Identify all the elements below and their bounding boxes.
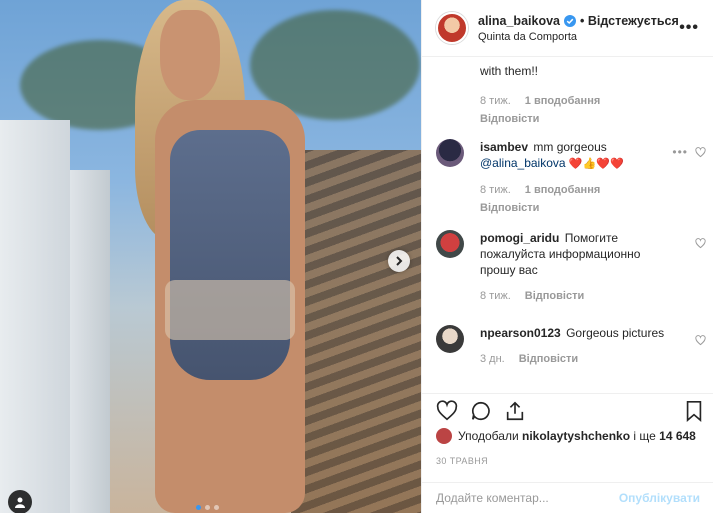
comment-username[interactable]: npearson0123 xyxy=(480,326,561,340)
comment-item: isambev mm gorgeous @alina_baikova ❤️👍❤️… xyxy=(436,139,706,216)
reply-button[interactable]: Відповісти xyxy=(480,200,660,216)
comment-text: mm gorgeous xyxy=(533,140,607,154)
like-comment-heart-icon[interactable] xyxy=(695,238,706,249)
next-image-button[interactable] xyxy=(388,250,410,272)
commenter-avatar[interactable] xyxy=(436,325,464,353)
comment-mention[interactable]: @alina_baikova xyxy=(480,156,566,170)
comment-likes[interactable]: 1 вподобання xyxy=(525,182,600,198)
reply-button[interactable]: Відповісти xyxy=(525,288,584,304)
post-actions-bar xyxy=(422,393,713,428)
commenter-avatar[interactable] xyxy=(436,230,464,258)
post-header: alina_baikova • Відстежується Quinta da … xyxy=(422,0,713,57)
following-status[interactable]: • Відстежується xyxy=(580,14,679,28)
liker-username[interactable]: nikolaytyshchenko xyxy=(522,429,630,443)
building-wall xyxy=(0,120,70,513)
comment-time[interactable]: 3 дн. xyxy=(480,351,505,367)
model-figure xyxy=(115,0,325,513)
commenter-avatar[interactable] xyxy=(436,139,464,167)
post-side-panel: alina_baikova • Відстежується Quinta da … xyxy=(421,0,713,513)
add-comment-bar: Додайте коментар... Опублікувати xyxy=(422,482,713,513)
likes-summary: Уподобали nikolaytyshchenko і ще 14 648 xyxy=(436,428,696,444)
share-icon[interactable] xyxy=(504,400,526,422)
reply-button[interactable]: Відповісти xyxy=(480,111,660,127)
comment-bubble-icon[interactable] xyxy=(470,400,492,422)
reply-button[interactable]: Відповісти xyxy=(519,351,578,367)
likes-middle: і ще xyxy=(633,429,656,443)
verified-badge-icon xyxy=(564,14,576,27)
post-location[interactable]: Quinta da Comporta xyxy=(478,31,679,43)
building-wall xyxy=(70,170,110,513)
chevron-right-icon xyxy=(396,256,403,266)
liker-avatar[interactable] xyxy=(436,428,452,444)
more-dots-icon[interactable]: ••• xyxy=(679,19,699,37)
like-heart-icon[interactable] xyxy=(436,400,458,422)
comment-options-icon[interactable]: ••• xyxy=(672,145,688,159)
likes-prefix: Уподобали xyxy=(458,429,519,443)
bookmark-icon[interactable] xyxy=(684,400,704,422)
post-comment-button[interactable]: Опублікувати xyxy=(619,491,700,505)
comment-time[interactable]: 8 тиж. xyxy=(480,93,511,109)
comment-text: with them!! xyxy=(480,64,539,78)
carousel-dot xyxy=(205,505,210,510)
comment-username[interactable]: isambev xyxy=(480,140,528,154)
comment-time[interactable]: 8 тиж. xyxy=(480,182,511,198)
carousel-dot-active xyxy=(196,505,201,510)
likes-count[interactable]: 14 648 xyxy=(659,429,696,443)
comment-item: npearson0123 Gorgeous pictures 3 дн. Від… xyxy=(436,325,706,367)
comment-item: with them!! 8 тиж. 1 вподобання Відповіс… xyxy=(436,63,706,127)
author-avatar[interactable] xyxy=(436,12,468,44)
carousel-dots xyxy=(196,505,219,510)
author-username[interactable]: alina_baikova xyxy=(478,14,560,28)
comment-item: pomogi_aridu Помогите пожалуйста информа… xyxy=(436,230,706,304)
comment-username[interactable]: pomogi_aridu xyxy=(480,231,559,245)
comments-list: with them!! 8 тиж. 1 вподобання Відповіс… xyxy=(422,57,713,393)
like-comment-heart-icon[interactable] xyxy=(695,335,706,346)
carousel-dot xyxy=(214,505,219,510)
user-tag-icon[interactable] xyxy=(8,490,32,513)
like-comment-heart-icon[interactable] xyxy=(695,147,706,158)
comment-time[interactable]: 8 тиж. xyxy=(480,288,511,304)
comment-emoji: ❤️👍❤️❤️ xyxy=(568,158,624,170)
comment-text: Gorgeous pictures xyxy=(566,326,665,340)
post-photo[interactable] xyxy=(0,0,421,513)
comment-likes[interactable]: 1 вподобання xyxy=(525,93,600,109)
post-date[interactable]: 30 ТРАВНЯ xyxy=(436,456,488,466)
add-comment-input[interactable]: Додайте коментар... xyxy=(436,491,619,505)
